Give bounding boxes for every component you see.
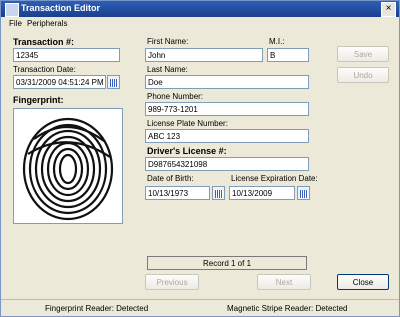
- drivers-license-field[interactable]: D987654321098: [145, 157, 309, 171]
- expiration-date-field[interactable]: 10/13/2009: [229, 186, 295, 200]
- date-of-birth-field[interactable]: 10/13/1973: [145, 186, 210, 200]
- calendar-icon[interactable]: [212, 186, 225, 200]
- record-indicator: Record 1 of 1: [147, 256, 307, 270]
- transaction-number-label: Transaction #:: [13, 37, 75, 47]
- close-button[interactable]: Close: [337, 274, 389, 290]
- transaction-number-field[interactable]: 12345: [13, 48, 120, 62]
- phone-label: Phone Number:: [147, 92, 204, 101]
- close-window-button[interactable]: ×: [381, 2, 396, 17]
- calendar-icon[interactable]: [297, 186, 310, 200]
- fingerprint-label: Fingerprint:: [13, 95, 64, 105]
- expiration-date-label: License Expiration Date:: [231, 174, 318, 183]
- license-plate-label: License Plate Number:: [147, 119, 228, 128]
- middle-initial-field[interactable]: B: [267, 48, 309, 62]
- last-name-field[interactable]: Doe: [145, 75, 309, 89]
- previous-button[interactable]: Previous: [145, 274, 199, 290]
- transaction-date-field[interactable]: 03/31/2009 04:51:24 PM: [13, 75, 106, 89]
- last-name-label: Last Name:: [147, 65, 188, 74]
- undo-button[interactable]: Undo: [337, 67, 389, 83]
- transaction-editor-window: Transaction Editor × File Peripherals Tr…: [0, 0, 400, 317]
- next-button[interactable]: Next: [257, 274, 311, 290]
- first-name-label: First Name:: [147, 37, 189, 46]
- fingerprint-reader-status: Fingerprint Reader: Detected: [45, 304, 149, 313]
- drivers-license-label: Driver's License #:: [147, 146, 227, 156]
- date-of-birth-label: Date of Birth:: [147, 174, 194, 183]
- menu-peripherals[interactable]: Peripherals: [27, 19, 67, 28]
- app-icon: [5, 3, 19, 17]
- save-button[interactable]: Save: [337, 46, 389, 62]
- magstripe-reader-status: Magnetic Stripe Reader: Detected: [227, 304, 348, 313]
- phone-field[interactable]: 989-773-1201: [145, 102, 309, 116]
- menu-bar: File Peripherals: [1, 17, 399, 31]
- menu-file[interactable]: File: [9, 19, 22, 28]
- window-title: Transaction Editor: [21, 3, 101, 13]
- status-bar: Fingerprint Reader: Detected Magnetic St…: [1, 299, 399, 317]
- middle-initial-label: M.I.:: [269, 37, 285, 46]
- title-bar[interactable]: Transaction Editor ×: [1, 1, 399, 17]
- license-plate-field[interactable]: ABC 123: [145, 129, 309, 143]
- fingerprint-image: [13, 108, 123, 224]
- first-name-field[interactable]: John: [145, 48, 263, 62]
- transaction-date-label: Transaction Date:: [13, 65, 76, 74]
- calendar-icon[interactable]: [107, 75, 120, 89]
